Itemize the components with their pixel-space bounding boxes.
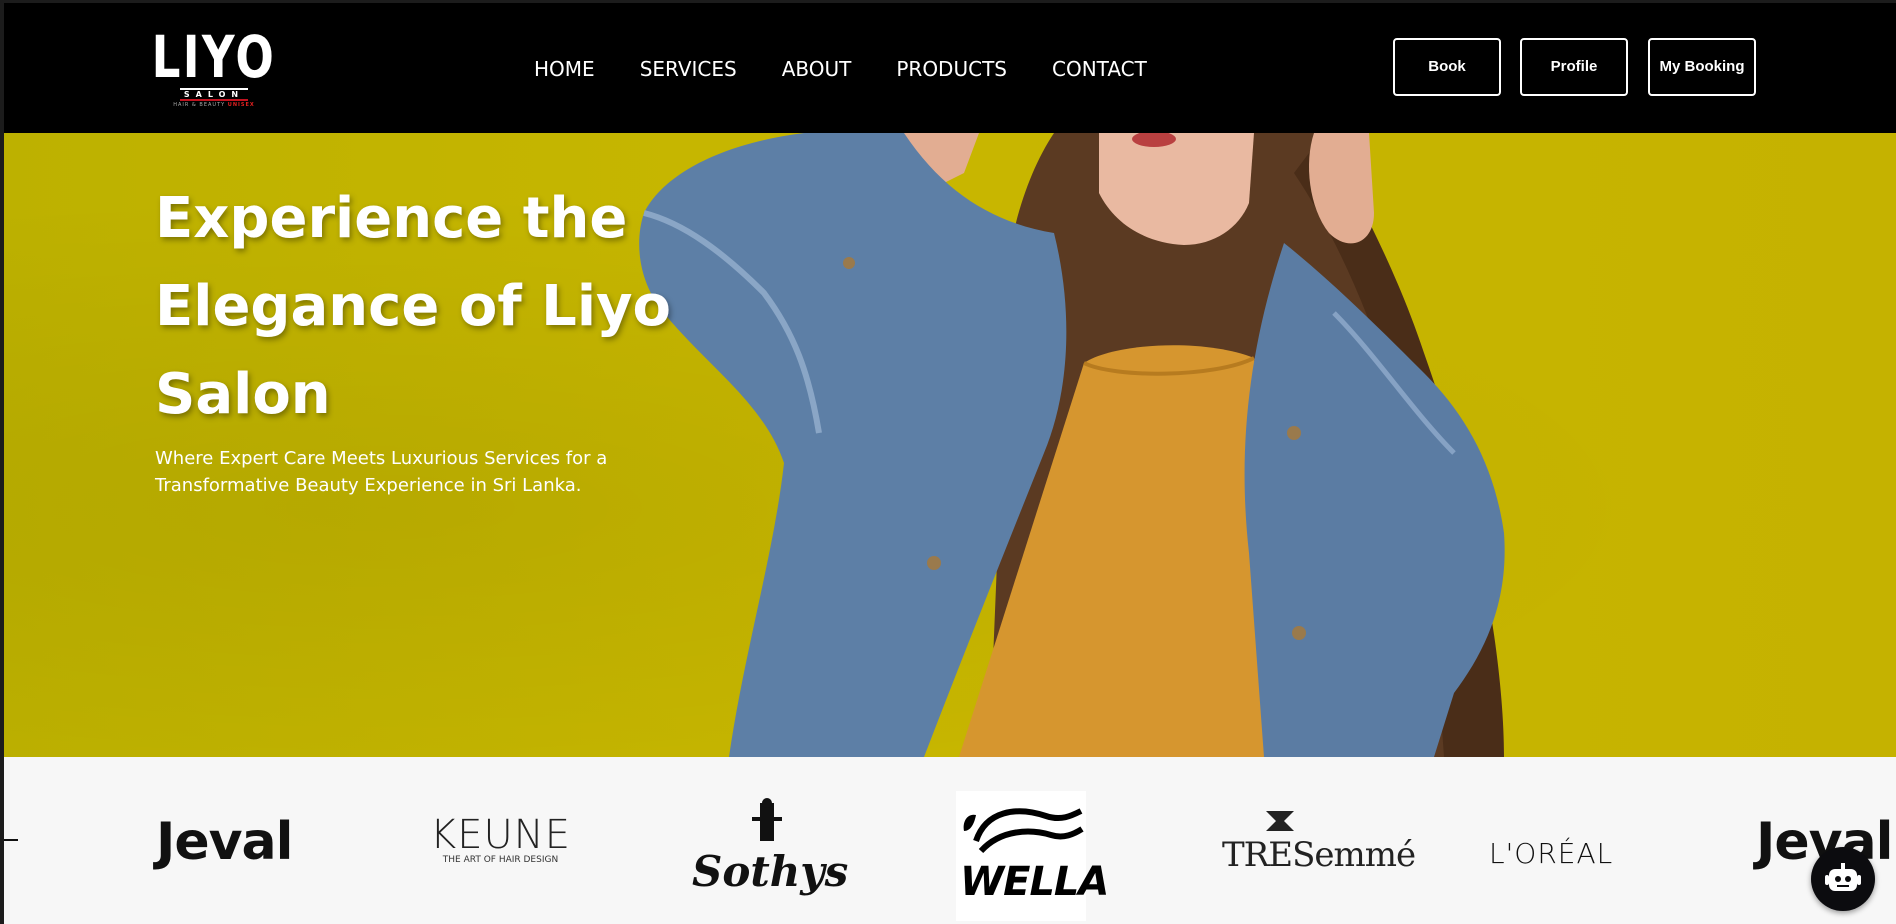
tresemme-emblem-icon bbox=[1266, 811, 1294, 831]
brand-logo-loreal: L'ORÉAL bbox=[1489, 837, 1613, 870]
logo-tagline: HAIR & BEAUTY UNISEX bbox=[173, 102, 255, 108]
page-frame: LIYO SALON HAIR & BEAUTY UNISEX HOME SER… bbox=[4, 3, 1896, 924]
robot-icon bbox=[1825, 863, 1861, 891]
brand-name-wella: WELLA bbox=[960, 859, 1109, 905]
nav-services[interactable]: SERVICES bbox=[640, 55, 737, 83]
top-navbar: LIYO SALON HAIR & BEAUTY UNISEX HOME SER… bbox=[4, 3, 1896, 133]
brand-logo-tresemme: TRESemmé bbox=[1222, 807, 1416, 875]
main-nav: HOME SERVICES ABOUT PRODUCTS CONTACT bbox=[534, 55, 1147, 83]
nav-contact[interactable]: CONTACT bbox=[1052, 55, 1147, 83]
logo-tagline-accent: UNISEX bbox=[227, 102, 255, 108]
chatbot-button[interactable] bbox=[1811, 847, 1875, 911]
book-button[interactable]: Book bbox=[1393, 38, 1501, 96]
nav-about[interactable]: ABOUT bbox=[782, 55, 852, 83]
brand-logo-jeval: Jeval bbox=[156, 812, 293, 872]
brand-name-keune: KEUNE bbox=[430, 812, 571, 858]
brand-name-sothys: Sothys bbox=[692, 847, 849, 896]
my-booking-button[interactable]: My Booking bbox=[1648, 38, 1756, 96]
brand-logo-keune: KEUNE THE ART OF HAIR DESIGN bbox=[430, 815, 571, 865]
keune-tagline: THE ART OF HAIR DESIGN bbox=[442, 855, 559, 865]
brand-logo-wella: WELLA bbox=[956, 791, 1109, 921]
site-logo[interactable]: LIYO SALON HAIR & BEAUTY UNISEX bbox=[139, 15, 289, 121]
brand-logo-sothys: Sothys bbox=[692, 797, 849, 907]
brand-name-loreal: L'ORÉAL bbox=[1489, 837, 1614, 870]
wella-hair-icon bbox=[963, 808, 1084, 854]
profile-button[interactable]: Profile bbox=[1520, 38, 1628, 96]
logo-tagline-text: HAIR & BEAUTY bbox=[173, 102, 226, 108]
brand-logo-partial bbox=[4, 827, 18, 841]
hero-title: Experience the Elegance of Liyo Salon bbox=[155, 186, 672, 427]
hero-section: Experience the Elegance of Liyo Salon Wh… bbox=[4, 133, 1896, 757]
nav-products[interactable]: PRODUCTS bbox=[896, 55, 1007, 83]
sothys-emblem-icon bbox=[752, 798, 782, 841]
logo-wordmark: LIYO bbox=[151, 23, 277, 91]
nav-home[interactable]: HOME bbox=[534, 55, 595, 83]
brand-name-jeval: Jeval bbox=[156, 812, 293, 872]
hero-subtitle: Where Expert Care Meets Luxurious Servic… bbox=[155, 448, 608, 496]
brand-name-tresemme: TRESemmé bbox=[1222, 835, 1416, 875]
brand-logos-strip: Jeval KEUNE THE ART OF HAIR DESIGN Sothy… bbox=[4, 757, 1896, 924]
